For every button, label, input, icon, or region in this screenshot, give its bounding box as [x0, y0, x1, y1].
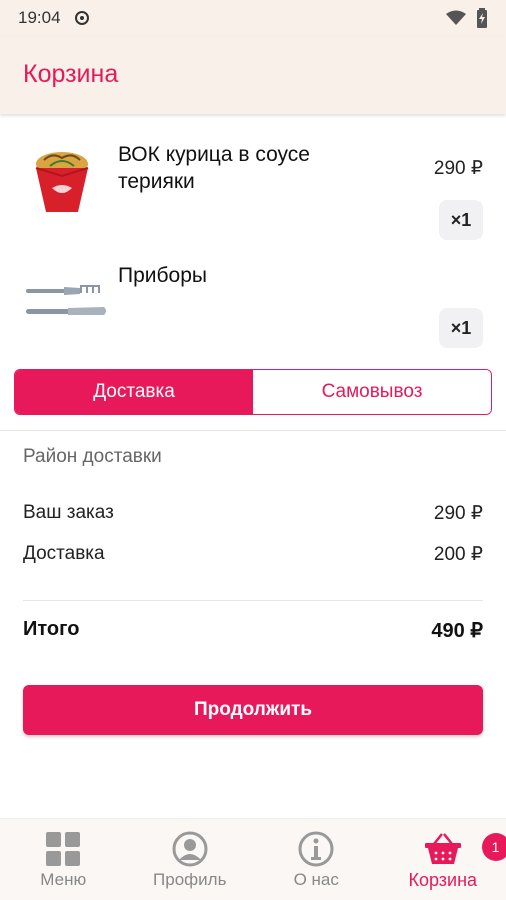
divider	[23, 600, 483, 601]
status-time: 19:04	[18, 8, 61, 27]
nav-label: Корзина	[408, 870, 478, 890]
continue-button[interactable]: Продолжить	[23, 685, 483, 735]
nav-item-profile[interactable]: Профиль	[127, 819, 254, 900]
nav-label: О нас	[293, 870, 339, 889]
delivery-method-toggle[interactable]: Доставка Самовывоз	[14, 369, 492, 415]
cart-count-badge: 1	[481, 833, 506, 861]
page-title: Корзина	[23, 60, 119, 88]
item-name: Приборы	[118, 264, 207, 287]
order-value: 290 ₽	[433, 503, 483, 524]
cutlery-image	[26, 285, 106, 315]
app-bar: Корзина	[0, 36, 506, 114]
wifi-icon	[446, 10, 466, 25]
total-row: Итого 490 ₽	[23, 618, 483, 643]
quantity-badge[interactable]: ×1	[439, 200, 483, 240]
cart-item[interactable]: ВОК курица в соусе терияки 290 ₽ ×1	[0, 140, 506, 250]
info-icon	[298, 831, 334, 867]
status-icons	[446, 8, 488, 28]
bottom-nav: Меню Профиль О нас Корзина 1	[0, 818, 506, 900]
nav-item-about[interactable]: О нас	[253, 819, 380, 900]
item-price: 290 ₽	[433, 158, 483, 179]
delivery-value: 200 ₽	[433, 544, 483, 565]
total-label: Итого	[23, 618, 80, 640]
order-subtotal-row: Ваш заказ 290 ₽	[23, 502, 483, 525]
delivery-district-selector[interactable]: Район доставки	[23, 446, 162, 468]
notification-icon	[74, 11, 89, 25]
nav-label: Профиль	[153, 870, 227, 889]
grid-icon	[46, 832, 81, 866]
pickup-option[interactable]: Самовывоз	[253, 370, 491, 414]
total-value: 490 ₽	[431, 620, 483, 642]
delivery-cost-row: Доставка 200 ₽	[23, 543, 483, 566]
wok-box-image	[35, 152, 89, 212]
divider	[0, 430, 506, 431]
cart-item[interactable]: Приборы ×1	[0, 262, 506, 357]
quantity-badge[interactable]: ×1	[439, 308, 483, 348]
nav-item-menu[interactable]: Меню	[0, 819, 127, 900]
basket-icon	[424, 833, 461, 864]
delivery-label: Доставка	[23, 543, 105, 564]
battery-icon	[477, 8, 487, 28]
nav-item-cart[interactable]: Корзина 1	[380, 819, 506, 900]
nav-label: Меню	[40, 870, 87, 889]
profile-icon	[172, 831, 208, 867]
delivery-option[interactable]: Доставка	[15, 370, 253, 414]
status-bar: 19:04	[0, 0, 506, 36]
order-label: Ваш заказ	[23, 502, 114, 523]
item-name: ВОК курица в соусе терияки	[118, 143, 310, 193]
